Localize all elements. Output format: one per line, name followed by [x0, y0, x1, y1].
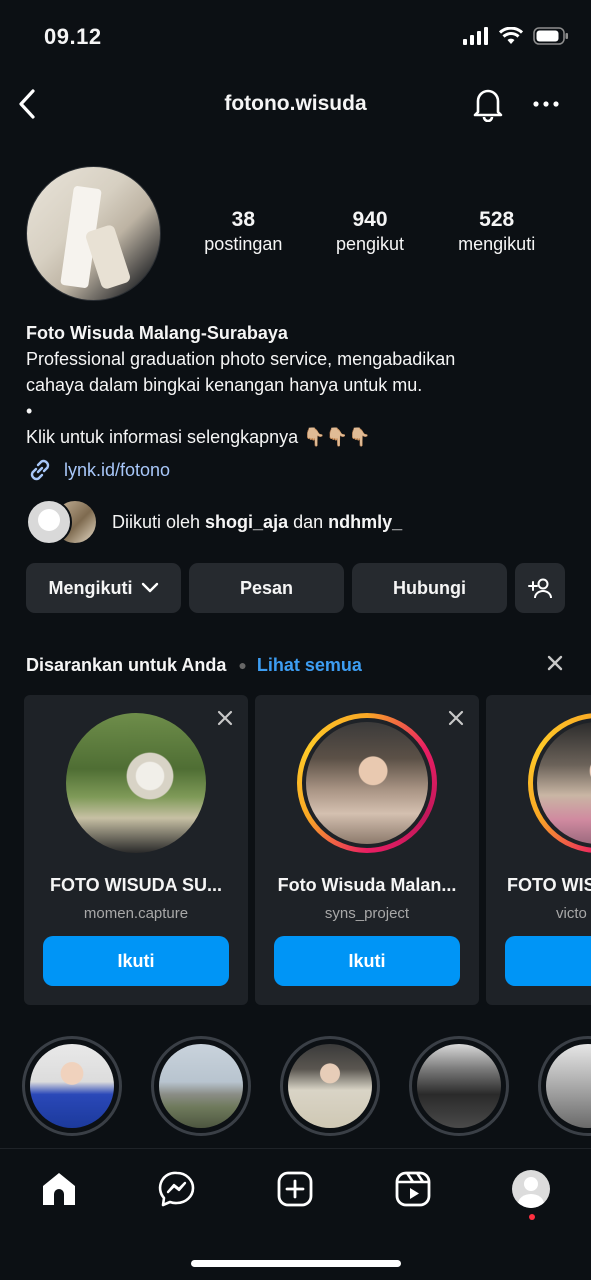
follow-button[interactable]: Ik: [505, 936, 591, 986]
suggestion-handle: momen.capture: [83, 905, 189, 922]
suggestion-avatar[interactable]: [66, 713, 206, 853]
suggestion-cards: FOTO WISUDA SU... momen.capture Ikuti Fo…: [24, 695, 591, 1005]
highlight-item[interactable]: [538, 1036, 591, 1136]
profile-header: fotono.wisuda: [0, 78, 591, 132]
mutual-avatar-1: [26, 499, 72, 545]
suggestion-avatar-story[interactable]: [297, 713, 437, 853]
suggestions-title: Disarankan untuk Anda: [26, 654, 227, 675]
suggestion-avatar-story[interactable]: [528, 713, 591, 853]
profile-stats: 38 postingan 940 pengikut 528 mengikuti: [180, 208, 560, 255]
suggestions-header: Disarankan untuk Anda ● Lihat semua: [26, 652, 566, 678]
profile-bio: Foto Wisuda Malang-Surabaya Professional…: [26, 320, 566, 484]
mutual-user-2: ndhmly_: [328, 511, 403, 532]
stat-following-label: mengikuti: [458, 234, 536, 254]
see-all-link[interactable]: Lihat semua: [257, 655, 362, 676]
close-suggestions-icon[interactable]: [544, 652, 566, 674]
nav-profile[interactable]: [509, 1167, 553, 1211]
bio-link[interactable]: lynk.id/fotono: [26, 456, 566, 484]
following-label: Mengikuti: [48, 577, 133, 598]
mutual-followers-text: Diikuti oleh shogi_aja dan ndhmly_: [112, 512, 402, 533]
suggestion-card[interactable]: Foto Wisuda Malan... syns_project Ikuti: [255, 695, 479, 1005]
mutual-joiner: dan: [288, 511, 329, 532]
highlight-item[interactable]: [409, 1036, 509, 1136]
following-button[interactable]: Mengikuti: [26, 563, 181, 613]
more-options-button[interactable]: [528, 84, 564, 124]
mutual-avatars: [26, 499, 106, 545]
separator-dot: ●: [238, 657, 247, 673]
status-time: 09.12: [44, 24, 102, 49]
follow-button[interactable]: Ikuti: [274, 936, 460, 986]
stat-following[interactable]: 528 mengikuti: [433, 208, 560, 255]
story-highlights: [0, 1036, 591, 1148]
bio-display-name: Foto Wisuda Malang-Surabaya: [26, 323, 288, 343]
notification-dot: [529, 1214, 535, 1220]
bio-line-1: Professional graduation photo service, m…: [26, 349, 456, 369]
suggestion-handle: victo: [556, 905, 587, 922]
profile-avatar-icon: [512, 1170, 550, 1208]
nav-create[interactable]: [273, 1167, 317, 1211]
stat-posts[interactable]: 38 postingan: [180, 208, 307, 255]
suggestion-title: FOTO WIS: [507, 875, 591, 895]
bio-line-3: •: [26, 401, 33, 421]
mutual-followers[interactable]: Diikuti oleh shogi_aja dan ndhmly_: [26, 498, 402, 546]
bell-icon: [473, 89, 503, 122]
add-post-icon: [277, 1171, 313, 1207]
bio-line-2: cahaya dalam bingkai kenangan hanya untu…: [26, 375, 423, 395]
suggestion-card[interactable]: FOTO WIS victo Ik: [486, 695, 591, 1005]
wifi-icon: [499, 27, 523, 44]
contact-button[interactable]: Hubungi: [352, 563, 507, 613]
suggestion-title: FOTO WISUDA SU...: [49, 875, 222, 895]
home-indicator: [191, 1260, 401, 1267]
follow-button[interactable]: Ikuti: [43, 936, 229, 986]
suggestion-card[interactable]: FOTO WISUDA SU... momen.capture Ikuti: [24, 695, 248, 1005]
chevron-down-icon: [141, 582, 158, 593]
more-icon: [533, 101, 559, 107]
mutual-prefix: Diikuti oleh: [112, 511, 206, 532]
reels-icon: [395, 1171, 431, 1207]
status-bar: 09.12: [0, 0, 591, 70]
signal-icon: [463, 27, 488, 45]
stat-following-count: 528: [479, 208, 515, 231]
suggested-people-button[interactable]: [515, 563, 565, 613]
suggestion-handle: syns_project: [324, 905, 410, 922]
suggestion-title: Foto Wisuda Malan...: [277, 875, 457, 895]
bio-link-text: lynk.id/fotono: [64, 460, 171, 480]
close-icon[interactable]: [216, 709, 234, 727]
nav-messenger[interactable]: [155, 1167, 199, 1211]
highlight-item[interactable]: [151, 1036, 251, 1136]
battery-icon: [533, 27, 568, 45]
stat-followers-label: pengikut: [335, 234, 405, 254]
highlight-item[interactable]: [280, 1036, 380, 1136]
mutual-user-1: shogi_aja: [205, 511, 289, 532]
profile-actions: Mengikuti Pesan Hubungi: [26, 563, 566, 613]
bio-line-4: Klik untuk informasi selengkapnya 👇🏼👇🏼👇🏼: [26, 427, 371, 447]
close-icon[interactable]: [447, 709, 465, 727]
link-icon: [30, 459, 50, 481]
message-button[interactable]: Pesan: [189, 563, 344, 613]
stat-followers-count: 940: [352, 208, 388, 231]
stat-followers[interactable]: 940 pengikut: [307, 208, 434, 255]
add-person-icon: [528, 578, 552, 599]
nav-home[interactable]: [37, 1167, 81, 1211]
status-icons: [463, 27, 569, 45]
nav-reels[interactable]: [391, 1167, 435, 1211]
stat-posts-label: postingan: [204, 234, 283, 254]
home-icon: [43, 1173, 75, 1205]
notifications-button[interactable]: [470, 84, 506, 124]
stat-posts-count: 38: [231, 208, 256, 231]
messenger-icon: [158, 1171, 195, 1207]
profile-avatar[interactable]: [26, 166, 161, 301]
highlight-item[interactable]: [22, 1036, 122, 1136]
